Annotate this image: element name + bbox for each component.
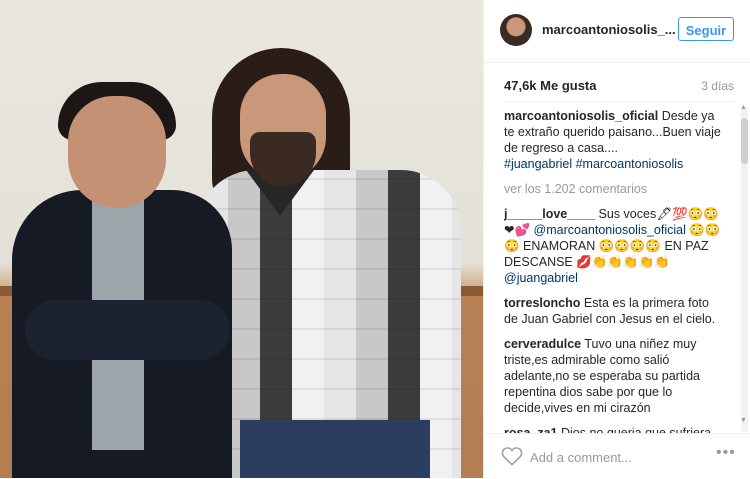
comment-username[interactable]: cerveradulce	[504, 337, 581, 351]
scroll-up-arrow-icon[interactable]: ▲	[740, 104, 747, 111]
likes-count[interactable]: 47,6k Me gusta	[504, 78, 597, 93]
comment-mention-2[interactable]: @juangabriel	[504, 271, 578, 285]
caption-username[interactable]: marcoantoniosolis_oficial	[504, 109, 658, 123]
person-left-face	[68, 96, 166, 208]
heart-icon[interactable]	[501, 446, 523, 466]
person-right-jeans	[240, 420, 430, 478]
caption-hashtags[interactable]: #juangabriel #marcoantoniosolis	[504, 157, 683, 171]
comment-username[interactable]: j_____love____	[504, 207, 595, 221]
comment-item: cerveradulce Tuvo una niñez muy triste,e…	[504, 336, 726, 416]
comment-bar: •••	[484, 433, 750, 479]
view-all-comments-link[interactable]: ver los 1.202 comentarios	[504, 181, 726, 197]
more-options-icon[interactable]: •••	[716, 444, 736, 462]
post-details-panel: marcoantoniosolis_... Seguir 47,6k Me gu…	[483, 0, 750, 478]
post-header: marcoantoniosolis_... Seguir	[484, 0, 750, 63]
add-comment-input[interactable]	[530, 448, 690, 466]
post-author-username[interactable]: marcoantoniosolis_...	[542, 22, 676, 37]
comments-scrollbar[interactable]	[741, 108, 748, 432]
avatar[interactable]	[500, 14, 532, 46]
instagram-post-modal: marcoantoniosolis_... Seguir 47,6k Me gu…	[0, 0, 750, 478]
post-age[interactable]: 3 días	[701, 79, 734, 93]
caption: marcoantoniosolis_oficial Desde ya te ex…	[504, 108, 726, 172]
comment-item: torresloncho Esta es la primera foto de …	[504, 295, 726, 327]
scrollbar-thumb[interactable]	[741, 118, 748, 164]
comment-item: j_____love____ Sus voces🖋💯😳😳❤💕 @marcoant…	[504, 206, 726, 286]
comments-list[interactable]: marcoantoniosolis_oficial Desde ya te ex…	[504, 108, 726, 434]
comment-mention[interactable]: @marcoantoniosolis_oficial	[534, 223, 686, 237]
comment-username[interactable]: torresloncho	[504, 296, 580, 310]
follow-button[interactable]: Seguir	[678, 17, 734, 41]
stats-divider	[504, 101, 734, 102]
post-photo[interactable]	[0, 0, 483, 478]
scroll-down-arrow-icon[interactable]: ▼	[740, 417, 747, 424]
person-left-crossed-arms	[25, 300, 230, 360]
